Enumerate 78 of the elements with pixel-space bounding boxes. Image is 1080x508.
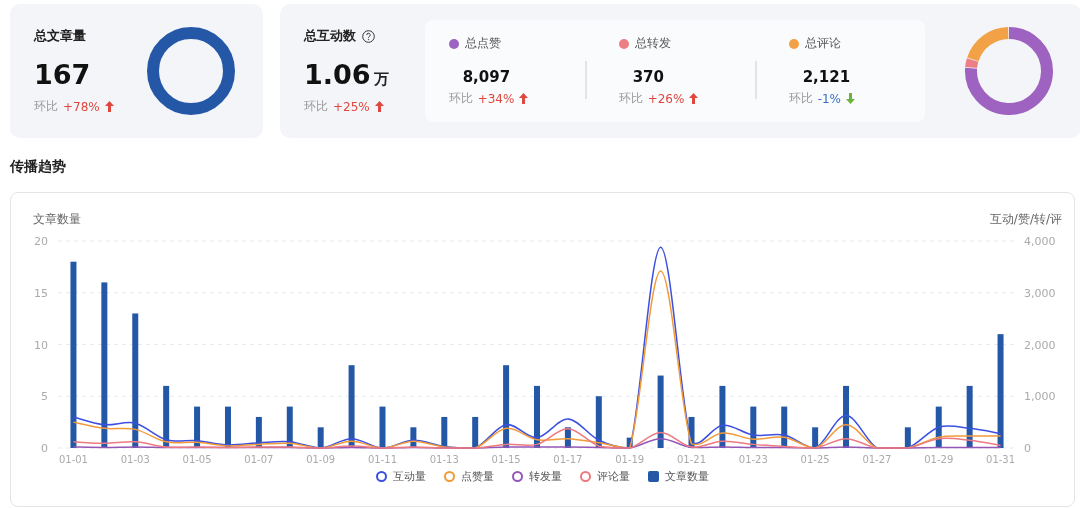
axis-tick-label: 0 [41, 442, 48, 455]
axis-tick-label: 5 [41, 390, 48, 404]
legend-item[interactable]: 转发量 [512, 469, 562, 484]
change-label: 环比 [618, 90, 643, 107]
metric-label: 总转发 [634, 35, 671, 52]
bar [564, 427, 571, 448]
axis-tick-label: 01-05 [182, 454, 212, 465]
bar [317, 427, 324, 448]
axis-tick-label: 01-09 [306, 454, 336, 465]
bar [812, 427, 819, 448]
axis-tick-label: 01-29 [924, 454, 954, 465]
axis-tick-label: 01-15 [491, 454, 521, 465]
bar [194, 406, 201, 448]
bar [719, 385, 726, 448]
axis-tick-label: 0 [1024, 442, 1031, 455]
bar [781, 406, 788, 448]
axis-tick-label: 01-21 [677, 454, 707, 465]
change-value: +78% [63, 99, 100, 114]
bar [163, 385, 170, 448]
change-value: +26% [647, 91, 685, 106]
change-label: 环比 [34, 98, 58, 115]
stat-value: 167 [34, 59, 91, 90]
bar [843, 385, 850, 448]
axis-tick-label: 3,000 [1024, 286, 1056, 300]
bar [534, 385, 540, 448]
axis-title: 文章数量 [33, 212, 81, 226]
stat-unit: 万 [373, 70, 389, 89]
axis-tick-label: 01-27 [862, 454, 892, 465]
bar [472, 416, 479, 448]
axis-tick-label: 15 [34, 286, 48, 300]
card-title: 总文章量 [34, 27, 86, 45]
axis-tick-label: 01-01 [58, 454, 88, 465]
change-label: 环比 [304, 98, 328, 115]
bar [750, 406, 757, 448]
metric-label: 总评论 [804, 35, 841, 52]
bar [688, 416, 695, 448]
bar [595, 396, 602, 448]
legend-item[interactable]: 点赞量 [444, 469, 494, 484]
axis-tick-label: 01-19 [615, 454, 645, 465]
legend-item[interactable]: 互动量 [376, 469, 426, 484]
metric-label: 总点赞 [464, 35, 501, 52]
legend-item[interactable]: 评论量 [580, 469, 630, 484]
bar [286, 406, 293, 448]
metric-value: 370 [632, 68, 664, 86]
stat-value: 1.06 [304, 59, 371, 90]
axis-tick-label: 01-07 [244, 454, 274, 465]
axis-tick-label: 1,000 [1024, 390, 1056, 404]
axis-tick-label: 01-25 [800, 454, 830, 465]
axis-tick-label: 01-23 [738, 454, 768, 465]
axis-tick-label: 10 [34, 338, 48, 352]
change-value: +25% [333, 99, 370, 114]
axis-tick-label: 01-03 [120, 454, 150, 465]
change-label: 环比 [448, 90, 473, 107]
metric-value: 2,121 [802, 68, 851, 86]
section-title: 传播趋势 [10, 158, 67, 176]
change-value: -1% [817, 91, 841, 106]
help-icon[interactable] [362, 29, 375, 43]
bar [935, 406, 942, 448]
axis-tick-label: 01-11 [367, 454, 397, 465]
axis-tick-label: 4,000 [1024, 235, 1056, 248]
bar [966, 385, 973, 448]
card-title: 总互动数 [304, 27, 356, 45]
bar [904, 427, 911, 448]
axis-tick-label: 01-17 [553, 454, 583, 465]
axis-tick-label: 01-31 [986, 454, 1016, 465]
bar [441, 416, 448, 448]
change-label: 环比 [788, 90, 813, 107]
metric-value: 8,097 [462, 68, 511, 86]
bar [379, 406, 386, 448]
axis-tick-label: 2,000 [1024, 338, 1056, 352]
axis-tick-label: 20 [34, 235, 48, 248]
change-value: +34% [477, 91, 515, 106]
bar [255, 416, 262, 448]
bar [626, 437, 633, 448]
axis-tick-label: 01-13 [429, 454, 459, 465]
axis-title: 互动/赞/转/评 [989, 212, 1062, 226]
bar [410, 427, 417, 448]
legend-item[interactable]: 文章数量 [648, 469, 709, 484]
